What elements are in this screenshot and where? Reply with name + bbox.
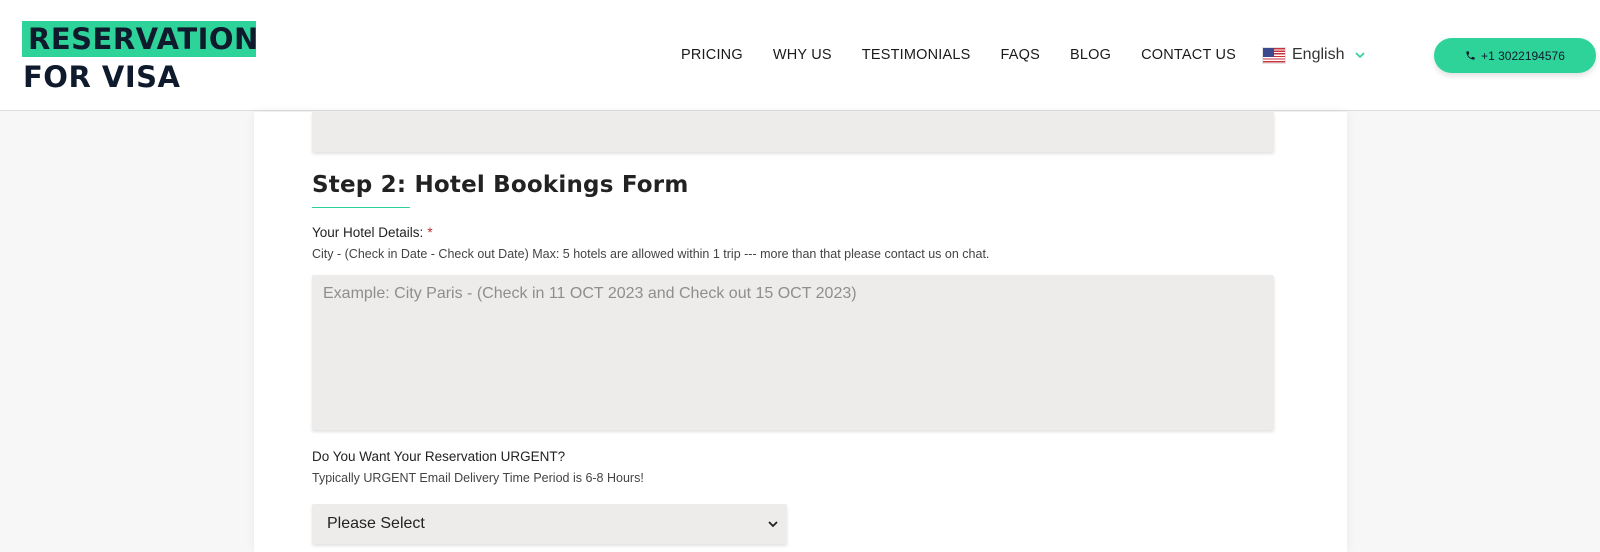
urgent-select[interactable]: Please Select [312, 504, 787, 544]
urgent-help: Typically URGENT Email Delivery Time Per… [312, 471, 644, 485]
chevron-down-icon [1355, 52, 1366, 59]
us-flag-icon [1262, 46, 1286, 64]
step-title: Step 2: Hotel Bookings Form [312, 172, 689, 198]
urgent-label: Do You Want Your Reservation URGENT? [312, 449, 566, 464]
nav-item-pricing[interactable]: PRICING [681, 47, 743, 63]
nav-item-testimonials[interactable]: TESTIMONIALS [862, 47, 971, 63]
phone-icon [1466, 51, 1475, 60]
chevron-down-icon [768, 521, 778, 528]
hotel-details-textarea[interactable] [312, 275, 1274, 430]
hotel-details-help: City - (Check in Date - Check out Date) … [312, 247, 990, 261]
hotel-details-label: Your Hotel Details: * [312, 225, 433, 240]
phone-call-button[interactable]: +1 3022194576 [1434, 38, 1596, 73]
required-mark: * [427, 225, 433, 240]
hotel-details-label-text: Your Hotel Details: [312, 225, 424, 240]
site-header: RESERVATION FOR VISA PRICING WHY US TEST… [0, 0, 1600, 111]
booking-form-card: Step 2: Hotel Bookings Form Your Hotel D… [254, 112, 1347, 552]
nav-item-contact-us[interactable]: CONTACT US [1141, 47, 1236, 63]
language-switcher[interactable]: English [1262, 44, 1366, 66]
title-underline [312, 207, 410, 208]
nav-item-why-us[interactable]: WHY US [773, 47, 832, 63]
logo[interactable]: RESERVATION FOR VISA [22, 20, 262, 94]
main-nav: PRICING WHY US TESTIMONIALS FAQS BLOG CO… [681, 45, 1266, 65]
nav-item-faqs[interactable]: FAQS [1001, 47, 1040, 63]
nav-item-blog[interactable]: BLOG [1070, 47, 1111, 63]
logo-line-1: RESERVATION [22, 21, 258, 57]
phone-number: +1 3022194576 [1481, 48, 1565, 63]
previous-field[interactable] [312, 112, 1274, 152]
logo-line-2: FOR VISA [23, 60, 181, 94]
language-label: English [1292, 46, 1345, 63]
urgent-select-value: Please Select [327, 515, 425, 532]
